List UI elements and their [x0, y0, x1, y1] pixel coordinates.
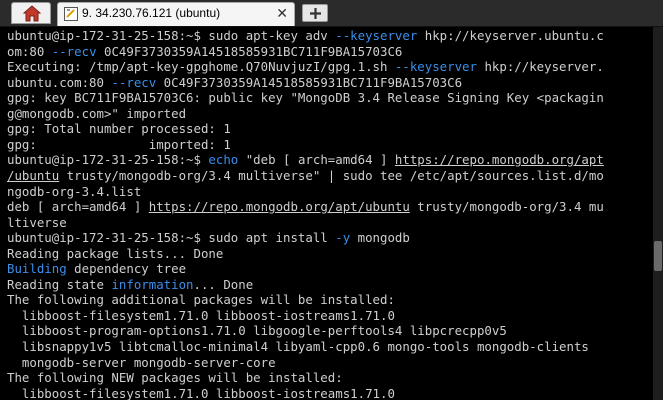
- terminal-line: gpg: imported: 1: [7, 137, 231, 152]
- terminal-text: ubuntu.com:80: [7, 74, 112, 90]
- terminal-line: mongodb-server mongodb-server-core: [7, 355, 276, 370]
- terminal-text: Reading package lists... Done: [7, 245, 224, 261]
- terminal-line: g@mongodb.com>" imported: [7, 106, 186, 121]
- terminal-line: Reading package lists... Done: [7, 246, 223, 261]
- terminal-line: The following additional packages will b…: [7, 292, 395, 307]
- terminal-text: The following NEW packages will be insta…: [7, 370, 343, 386]
- terminal-text: ubuntu@ip-172-31-25-158:~$ sudo apt inst…: [7, 230, 336, 246]
- terminal-text: ltiverse: [7, 214, 67, 230]
- close-tab-icon[interactable]: ✕: [276, 5, 288, 22]
- terminal-link[interactable]: /ubuntu: [7, 168, 59, 183]
- terminal-text: mongodb-server mongodb-server-core: [7, 354, 276, 370]
- tab-title: 9. 34.230.76.121 (ubuntu): [82, 6, 221, 20]
- terminal-output[interactable]: ubuntu@ip-172-31-25-158:~$ sudo apt-key …: [0, 27, 653, 400]
- terminal-line: Executing: /tmp/apt-key-gpghome.Q70Nuvju…: [7, 59, 604, 74]
- terminal-text: deb [ arch=amd64 ]: [7, 199, 149, 215]
- terminal-line: gpg: key BC711F9BA15703C6: public key "M…: [7, 90, 604, 105]
- terminal-text: g@mongodb.com>" imported: [7, 105, 187, 121]
- terminal-text: om:80: [7, 43, 52, 59]
- terminal-text: --keyserver: [394, 59, 477, 75]
- terminal-text: gpg: imported: 1: [7, 136, 231, 152]
- terminal-text: ... Done: [193, 276, 254, 292]
- home-icon: [23, 5, 41, 22]
- terminal-text: ubuntu@ip-172-31-25-158:~$ sudo apt-key …: [7, 28, 336, 43]
- terminal-line: Reading state information... Done: [7, 277, 253, 292]
- terminal-line: gpg: Total number processed: 1: [7, 121, 231, 136]
- scrollbar-thumb[interactable]: [654, 241, 662, 271]
- home-tab-button[interactable]: [11, 2, 51, 24]
- terminal-line: deb [ arch=amd64 ] https://repo.mongodb.…: [7, 199, 604, 214]
- terminal-text: gpg: key BC711F9BA15703C6: public key "M…: [7, 90, 604, 106]
- terminal-line: ubuntu@ip-172-31-25-158:~$ sudo apt inst…: [7, 230, 410, 245]
- terminal-session-icon: [64, 7, 78, 21]
- terminal-text: libboost-filesystem1.71.0 libboost-iostr…: [7, 385, 395, 400]
- new-tab-button[interactable]: [302, 4, 328, 22]
- terminal-text: Executing: /tmp/apt-key-gpghome.Q70Nuvju…: [7, 59, 395, 75]
- terminal-line: libboost-filesystem1.71.0 libboost-iostr…: [7, 386, 395, 400]
- terminal-text: hkp://keyserver.ubuntu.c: [417, 28, 604, 43]
- terminal-line: om:80 --recv 0C49F3730359A14518585931BC7…: [7, 44, 402, 59]
- terminal-text: "deb [ arch=amd64 ]: [238, 152, 395, 168]
- terminal-line: ubuntu@ip-172-31-25-158:~$ echo "deb [ a…: [7, 152, 604, 167]
- tab-session[interactable]: 9. 34.230.76.121 (ubuntu) ✕: [57, 2, 295, 26]
- terminal-text: mongodb: [350, 230, 410, 246]
- terminal-text: libboost-filesystem1.71.0 libboost-iostr…: [7, 307, 395, 323]
- terminal-text: echo: [208, 152, 239, 168]
- terminal-line: ubuntu.com:80 --recv 0C49F3730359A145185…: [7, 75, 462, 90]
- terminal-text: libsnappy1v5 libtcmalloc-minimal4 libyam…: [7, 339, 589, 354]
- tab-bar: 9. 34.230.76.121 (ubuntu) ✕: [0, 0, 663, 27]
- terminal-text: libboost-program-options1.71.0 libgoogle…: [7, 323, 507, 339]
- terminal-text: trusty/mongodb-org/3.4 multiverse" | sud…: [59, 167, 604, 183]
- terminal-text: dependency tree: [66, 261, 187, 277]
- terminal-text: trusty/mongodb-org/3.4 mu: [409, 199, 604, 215]
- terminal-text: Reading state: [7, 276, 112, 292]
- terminal-text: 0C49F3730359A14518585931BC711F9BA15703C6: [156, 74, 463, 90]
- terminal-text: 0C49F3730359A14518585931BC711F9BA15703C6: [96, 43, 403, 59]
- terminal-line: libsnappy1v5 libtcmalloc-minimal4 libyam…: [7, 339, 589, 354]
- terminal-text: ubuntu@ip-172-31-25-158:~$: [7, 152, 209, 168]
- terminal-line: libboost-program-options1.71.0 libgoogle…: [7, 323, 507, 338]
- plus-icon: [310, 8, 321, 19]
- terminal-text: hkp://keyserver.: [476, 59, 604, 75]
- terminal-text: --recv: [111, 74, 157, 90]
- terminal-text: The following additional packages will b…: [7, 292, 395, 308]
- terminal-text: --recv: [51, 43, 97, 59]
- terminal-text: Building: [7, 261, 67, 277]
- terminal-line: ngodb-org-3.4.list: [7, 184, 141, 199]
- terminal-text: information: [111, 276, 194, 292]
- terminal-line: The following NEW packages will be insta…: [7, 370, 343, 385]
- terminal-text: --keyserver: [335, 28, 418, 43]
- terminal-line: ltiverse: [7, 215, 67, 230]
- terminal-link[interactable]: https://repo.mongodb.org/apt: [395, 152, 604, 167]
- terminal-line: libboost-filesystem1.71.0 libboost-iostr…: [7, 308, 395, 323]
- terminal-link[interactable]: https://repo.mongodb.org/apt/ubuntu: [149, 199, 410, 214]
- terminal-line: Building dependency tree: [7, 261, 186, 276]
- terminal-text: -y: [335, 230, 351, 246]
- terminal-text: gpg: Total number processed: 1: [7, 121, 231, 137]
- terminal-text: ngodb-org-3.4.list: [7, 183, 142, 199]
- terminal-line: /ubuntu trusty/mongodb-org/3.4 multivers…: [7, 168, 604, 183]
- terminal-line: ubuntu@ip-172-31-25-158:~$ sudo apt-key …: [7, 28, 604, 43]
- vertical-scrollbar[interactable]: [653, 27, 663, 400]
